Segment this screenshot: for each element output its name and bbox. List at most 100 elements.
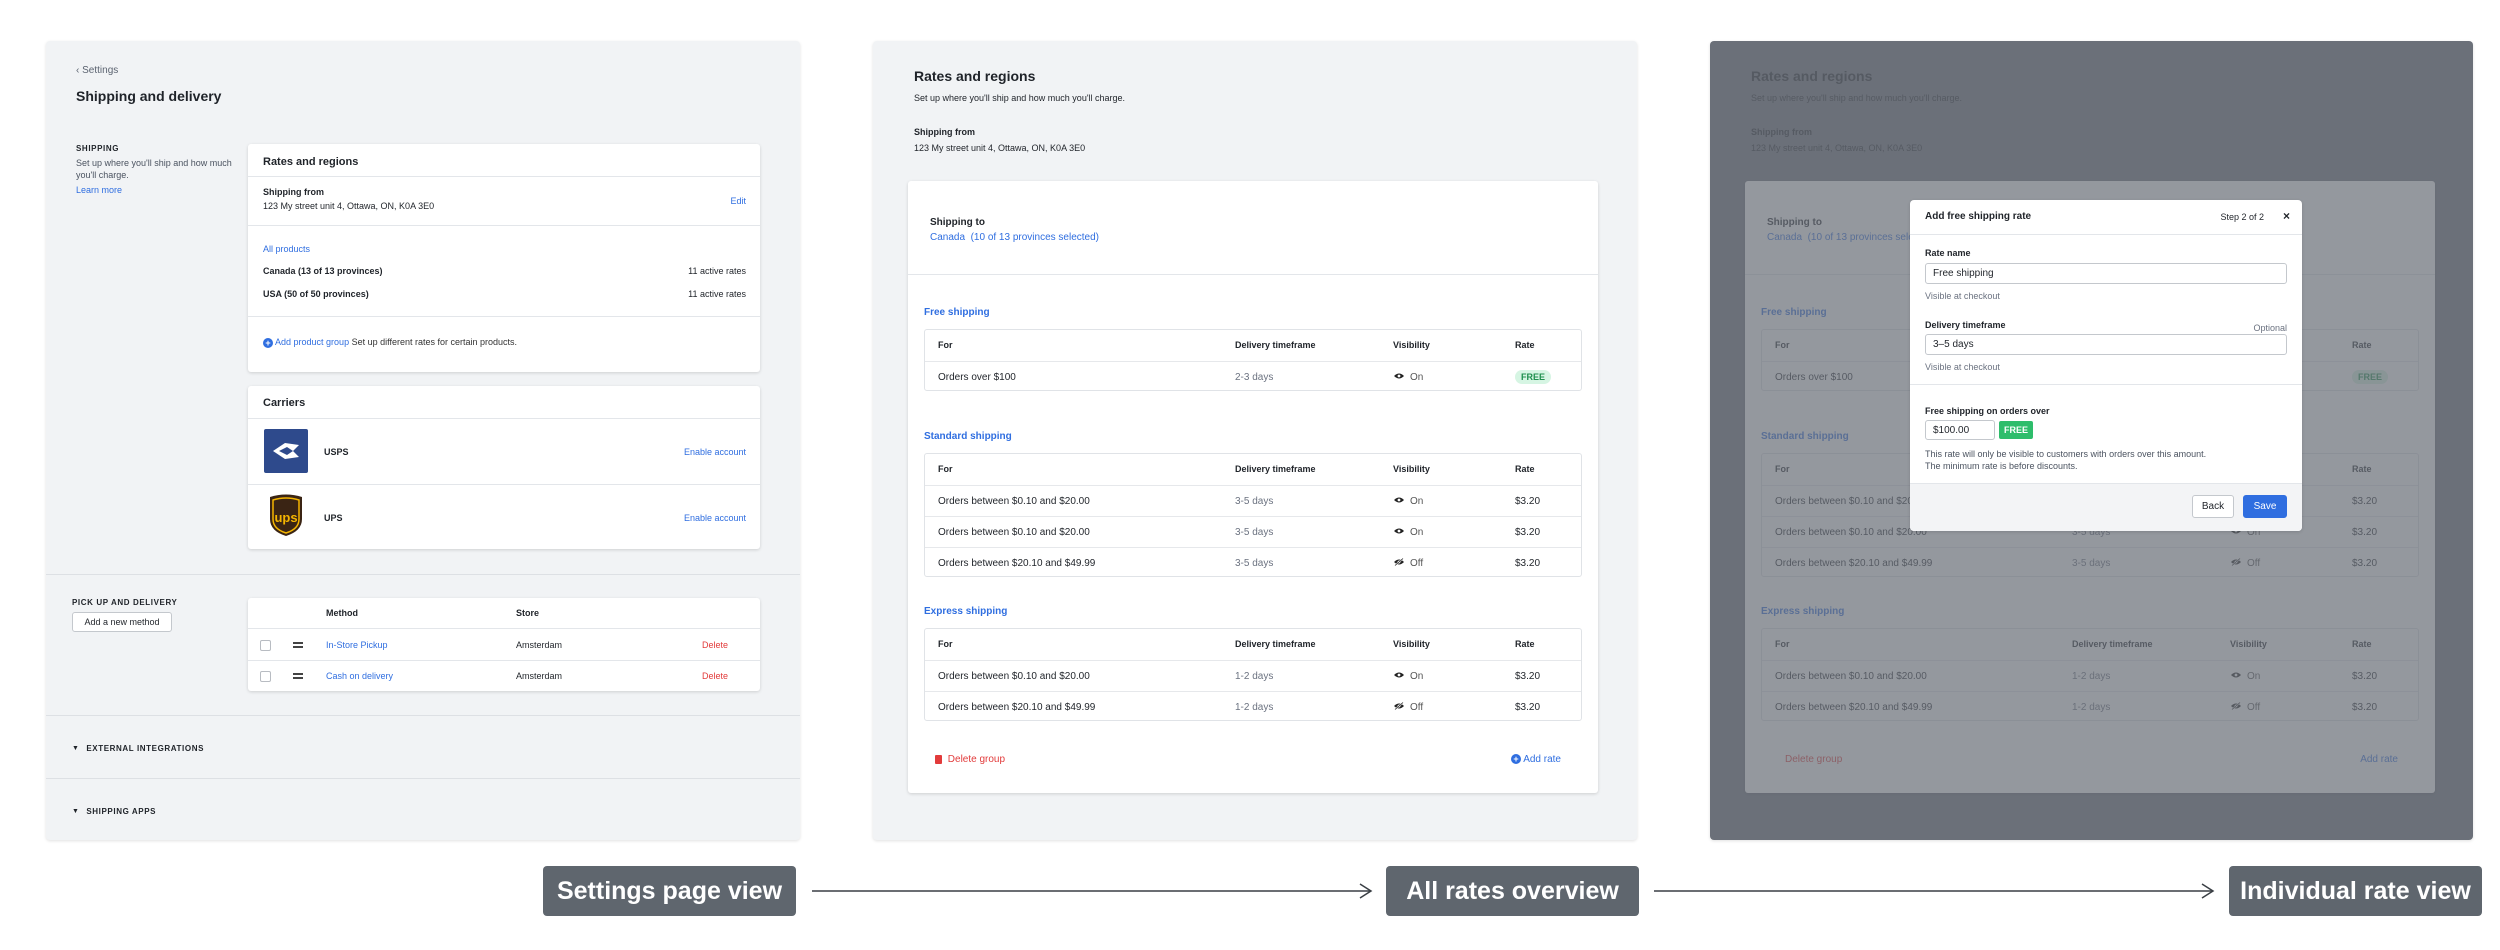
method-in-store-pickup[interactable]: In-Store Pickup — [326, 640, 388, 650]
delete-group-button[interactable]: Delete group — [935, 754, 1005, 765]
drag-handle-icon[interactable] — [293, 642, 303, 648]
rate-name-input[interactable]: Free shipping — [1925, 263, 2287, 284]
rate-for: Orders over $100 — [1775, 372, 1853, 383]
pickup-section-heading: PICK UP AND DELIVERY — [72, 598, 178, 607]
store-amsterdam: Amsterdam — [516, 640, 563, 650]
trash-icon — [935, 754, 942, 764]
back-button[interactable]: Back — [2192, 495, 2234, 518]
ups-enable-account[interactable]: Enable account — [684, 513, 746, 523]
usps-logo — [264, 429, 308, 473]
column-header: Visibility — [2230, 639, 2267, 649]
rate-visibility: Off — [2230, 557, 2260, 569]
column-header: Delivery timeframe — [1235, 340, 1316, 350]
column-header: Rate — [1515, 639, 1535, 649]
rate-row[interactable]: Orders between $20.10 and $49.99 3-5 days… — [925, 547, 1581, 578]
rate-amount: $3.20 — [1515, 702, 1541, 713]
rate-visibility: On — [1393, 496, 1423, 507]
shipping-apps-toggle[interactable]: ▼ SHIPPING APPS — [72, 807, 156, 816]
rate-name-hint: Visible at checkout — [1925, 291, 2000, 301]
rate-for: Orders between $0.10 and $20.00 — [938, 671, 1090, 682]
caret-down-icon: ▼ — [72, 745, 80, 753]
rate-for: Orders between $20.10 and $49.99 — [1775, 702, 1933, 713]
drag-handle-icon[interactable] — [293, 673, 303, 679]
add-rate-dimmed: Add rate — [2360, 754, 2398, 765]
delete-method-button[interactable]: Delete — [702, 671, 728, 681]
usps-enable-account[interactable]: Enable account — [684, 447, 746, 457]
rate-visibility: Off — [1393, 701, 1424, 714]
save-button[interactable]: Save — [2243, 495, 2287, 518]
rates-regions-card: Rates and regions Shipping from 123 My s… — [248, 144, 760, 372]
column-header: For — [938, 340, 953, 350]
rate-amount: $3.20 — [1515, 558, 1541, 569]
rate-name-label: Rate name — [1925, 248, 1971, 258]
rates-title: Rates and regions — [1751, 68, 1873, 84]
modal-title: Add free shipping rate — [1925, 211, 2032, 222]
rates-subtitle: Set up where you'll ship and how much yo… — [1751, 93, 1963, 103]
shipping-from-label: Shipping from — [263, 187, 324, 197]
column-header: For — [1775, 340, 1790, 350]
timeframe-label: Delivery timeframe — [1925, 320, 2006, 330]
column-header: Rate — [2352, 464, 2372, 474]
visibility-text: On — [2247, 671, 2261, 683]
learn-more-link[interactable]: Learn more — [76, 185, 122, 195]
flow-arrow-1 — [812, 883, 1373, 899]
individual-rate-panel: Rates and regions Set up where you'll sh… — [1710, 41, 2473, 840]
add-new-method-button[interactable]: Add a new method — [72, 612, 172, 632]
eye-icon — [1393, 671, 1405, 682]
timeframe-hint: Visible at checkout — [1925, 362, 2000, 372]
timeframe-input[interactable]: 3–5 days — [1925, 334, 2287, 355]
edit-shipping-from-link[interactable]: Edit — [730, 196, 746, 206]
close-icon[interactable]: × — [2283, 209, 2290, 223]
rate-amount: FREE — [1515, 370, 1552, 384]
column-header: Rate — [1515, 464, 1535, 474]
add-rate-button[interactable]: + Add rate — [1510, 754, 1561, 765]
rate-row[interactable]: Orders between $0.10 and $20.00 3-5 days O… — [925, 516, 1581, 547]
back-link[interactable]: ‹ Settings — [76, 65, 118, 76]
shipping-from-address: 123 My street unit 4, Ottawa, ON, K0A 3E… — [914, 143, 1086, 153]
visibility-text: On — [1410, 496, 1424, 508]
rate-group-title: Free shipping — [924, 307, 990, 318]
region-canada[interactable]: Canada (13 of 13 provinces) — [263, 266, 383, 276]
column-header: For — [1775, 464, 1790, 474]
shipping-from-address: 123 My street unit 4, Ottawa, ON, K0A 3E… — [1751, 143, 1923, 153]
rate-for: Orders between $0.10 and $20.00 — [938, 527, 1090, 538]
add-product-group-link[interactable]: Add product group — [275, 337, 349, 347]
rate-row[interactable]: Orders between $0.10 and $20.00 1-2 days O… — [925, 660, 1581, 691]
rate-group-title: Express shipping — [924, 606, 1008, 617]
rate-timeframe: 3-5 days — [1235, 496, 1274, 507]
rate-visibility: Off — [1393, 557, 1423, 569]
column-header: Rate — [2352, 340, 2372, 350]
svg-text:ups: ups — [274, 510, 297, 525]
rate-visibility: On — [1393, 372, 1423, 383]
rate-row[interactable]: Orders between $0.10 and $20.00 3-5 days O… — [925, 485, 1581, 516]
external-integrations-toggle[interactable]: ▼ EXTERNAL INTEGRATIONS — [72, 744, 204, 753]
all-products-link[interactable]: All products — [263, 244, 310, 254]
region-usa[interactable]: USA (50 of 50 provinces) — [263, 289, 369, 299]
rate-timeframe: 3-5 days — [2072, 558, 2111, 569]
rate-amount: $3.20 — [2352, 558, 2378, 569]
rate-row[interactable]: Orders between $20.10 and $49.99 1-2 days… — [925, 691, 1581, 722]
row-checkbox[interactable] — [260, 671, 271, 682]
ups-name: UPS — [324, 513, 343, 523]
rate-table: For Delivery timeframe Visibility Rate Order… — [924, 453, 1582, 577]
add-product-group[interactable]: + Add product group Set up different rat… — [263, 337, 517, 348]
visibility-text: On — [1410, 372, 1424, 384]
method-cash-on-delivery[interactable]: Cash on delivery — [326, 671, 393, 681]
eye-off-icon — [1393, 701, 1405, 713]
rate-for: Orders between $20.10 and $49.99 — [938, 558, 1096, 569]
row-checkbox[interactable] — [260, 640, 271, 651]
flow-label-individual: Individual rate view — [2229, 866, 2482, 916]
delete-method-button[interactable]: Delete — [702, 640, 728, 650]
rate-table: For Delivery timeframe Visibility Rate Order… — [924, 329, 1582, 391]
column-header: Visibility — [1393, 340, 1430, 350]
threshold-input[interactable]: $100.00 — [1925, 420, 1995, 440]
rate-for: Orders between $0.10 and $20.00 — [1775, 496, 1927, 507]
visibility-text: Off — [1410, 702, 1424, 714]
page-title: Shipping and delivery — [76, 88, 222, 104]
rate-row[interactable]: Orders over $100 2-3 days On FREE — [925, 361, 1581, 392]
eye-icon — [1393, 372, 1405, 383]
rate-for: Orders between $0.10 and $20.00 — [1775, 671, 1927, 682]
visibility-text: On — [1410, 527, 1424, 539]
shipping-from-label: Shipping from — [1751, 127, 1812, 137]
ups-shield-icon: ups — [270, 494, 302, 536]
